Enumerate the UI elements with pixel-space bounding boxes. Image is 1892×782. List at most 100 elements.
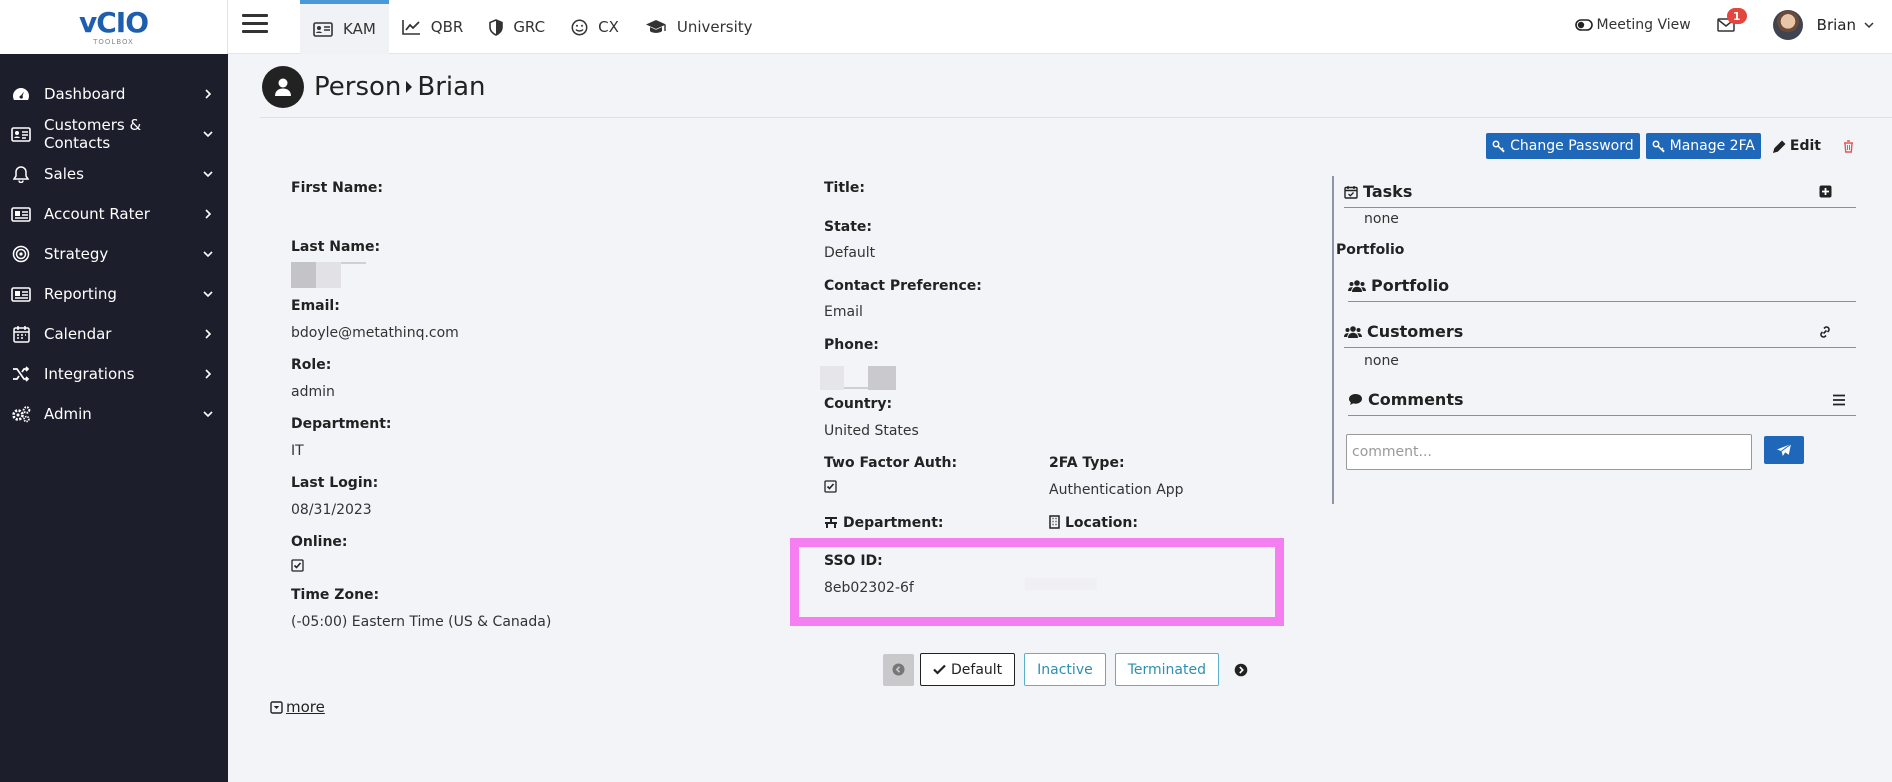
state-label: State:: [824, 219, 873, 235]
tab-label: University: [676, 18, 753, 36]
tasks-title: Tasks: [1363, 182, 1413, 201]
trash-icon[interactable]: [1843, 139, 1854, 153]
status-inactive-button[interactable]: Inactive: [1024, 653, 1106, 686]
users-icon: [1348, 279, 1366, 293]
portfolio-header: Portfolio: [1348, 270, 1856, 302]
more-toggle[interactable]: more: [270, 698, 325, 716]
tab-university[interactable]: University: [632, 0, 766, 54]
line-chart-icon: [401, 19, 421, 35]
check-icon: [933, 664, 946, 675]
chevron-down-icon: [202, 408, 214, 420]
page-title: Person Brian: [314, 72, 486, 102]
department-label: Department:: [291, 416, 392, 432]
status-default-label: Default: [951, 661, 1003, 678]
avatar: [1772, 10, 1803, 40]
logo-text: vCIO: [78, 5, 149, 39]
manage-2fa-button[interactable]: Manage 2FA: [1645, 133, 1761, 159]
breadcrumb-root[interactable]: Person: [314, 72, 401, 102]
target-icon: [10, 245, 32, 263]
tab-qbr[interactable]: QBR: [389, 0, 477, 54]
comment-input[interactable]: [1346, 434, 1752, 470]
graduation-cap-icon: [645, 19, 667, 35]
portfolio-section-label: Portfolio: [1336, 242, 1405, 258]
report-card-icon: [10, 285, 32, 303]
user-menu[interactable]: Brian: [1772, 10, 1874, 40]
status-default-button[interactable]: Default: [920, 653, 1016, 686]
status-terminated-button[interactable]: Terminated: [1114, 653, 1219, 686]
status-selector: Default Inactive Terminated: [883, 653, 1248, 686]
last-login-value: 08/31/2023: [291, 502, 372, 518]
phone-label: Phone:: [824, 337, 879, 353]
redacted-value: [316, 262, 341, 288]
tab-kam[interactable]: KAM: [300, 0, 389, 54]
top-right-controls: Meeting View 1 Brian: [1574, 0, 1892, 50]
redacted-value: [868, 366, 896, 390]
list-menu-icon[interactable]: [1832, 394, 1846, 406]
person-avatar-icon: [262, 65, 304, 108]
status-terminated-label: Terminated: [1127, 661, 1206, 678]
top-bar: KAM QBR GRC CX University Meeting View 1: [228, 0, 1892, 54]
title-label: Title:: [824, 180, 865, 196]
check-square-icon: [824, 480, 837, 497]
link-icon[interactable]: [1818, 325, 1832, 339]
role-value: admin: [291, 384, 335, 400]
state-value: Default: [824, 245, 876, 261]
calendar-icon: [10, 325, 32, 343]
key-icon: [1652, 140, 1665, 153]
page-header: Person Brian: [260, 56, 1892, 118]
sidebar-item-reporting[interactable]: Reporting: [0, 274, 228, 314]
sidebar-item-calendar[interactable]: Calendar: [0, 314, 228, 354]
sidebar-item-customers-contacts[interactable]: Customers & Contacts: [0, 114, 228, 154]
logo-area[interactable]: vCIO TOOLBOX: [0, 0, 228, 54]
country-label: Country:: [824, 396, 893, 412]
edit-button[interactable]: Edit: [1772, 138, 1821, 154]
sidebar-item-dashboard[interactable]: Dashboard: [0, 74, 228, 114]
customers-title: Customers: [1367, 322, 1464, 341]
id-card-icon: [313, 21, 333, 37]
comments-title: Comments: [1368, 390, 1464, 409]
more-label: more: [286, 698, 325, 716]
toggle-icon: [1574, 19, 1593, 31]
gears-icon: [10, 405, 32, 423]
tab-grc[interactable]: GRC: [476, 0, 558, 54]
paper-plane-icon: [1777, 443, 1792, 456]
sidebar-item-label: Customers & Contacts: [44, 116, 142, 152]
tab-cx[interactable]: CX: [558, 0, 632, 54]
right-panel: Tasks none Portfolio Portfolio Customers…: [1332, 176, 1856, 504]
smile-icon: [571, 19, 588, 36]
manage-2fa-label: Manage 2FA: [1669, 138, 1755, 154]
meeting-view-toggle[interactable]: Meeting View: [1574, 17, 1691, 33]
user-name: Brian: [1816, 16, 1856, 34]
sidebar-item-admin[interactable]: Admin: [0, 394, 228, 434]
chevron-right-icon: [202, 368, 214, 380]
logo-subtext: TOOLBOX: [93, 37, 134, 46]
change-password-button[interactable]: Change Password: [1486, 133, 1640, 159]
arrow-left-circle-icon: [892, 663, 905, 676]
mail-notifications[interactable]: 1: [1716, 8, 1747, 32]
rater-card-icon: [10, 205, 32, 223]
department-value: IT: [291, 443, 304, 459]
time-zone-label: Time Zone:: [291, 587, 380, 603]
send-comment-button[interactable]: [1764, 436, 1804, 464]
hamburger-menu-icon[interactable]: [242, 14, 268, 36]
calendar-check-icon: [1344, 185, 1358, 199]
tab-label: CX: [598, 18, 619, 36]
sidebar-item-account-rater[interactable]: Account Rater: [0, 194, 228, 234]
sidebar-item-label: Dashboard: [44, 85, 126, 103]
shield-icon: [489, 18, 504, 36]
chevron-right-icon: [202, 88, 214, 100]
location-label-text: Location:: [1065, 515, 1138, 531]
shuffle-icon: [10, 365, 32, 383]
app-logo[interactable]: vCIO TOOLBOX: [78, 5, 149, 46]
status-prev-button[interactable]: [883, 653, 914, 686]
plus-square-icon[interactable]: [1819, 185, 1832, 198]
redacted-value: [844, 387, 868, 389]
sidebar-item-integrations[interactable]: Integrations: [0, 354, 228, 394]
status-next-button[interactable]: [1234, 663, 1248, 677]
sidebar-item-label: Admin: [44, 405, 92, 423]
two-factor-auth-label: Two Factor Auth:: [824, 455, 958, 471]
first-name-label: First Name:: [291, 180, 384, 196]
sidebar-item-sales[interactable]: Sales: [0, 154, 228, 194]
tab-label: KAM: [343, 20, 376, 38]
sidebar-item-strategy[interactable]: Strategy: [0, 234, 228, 274]
